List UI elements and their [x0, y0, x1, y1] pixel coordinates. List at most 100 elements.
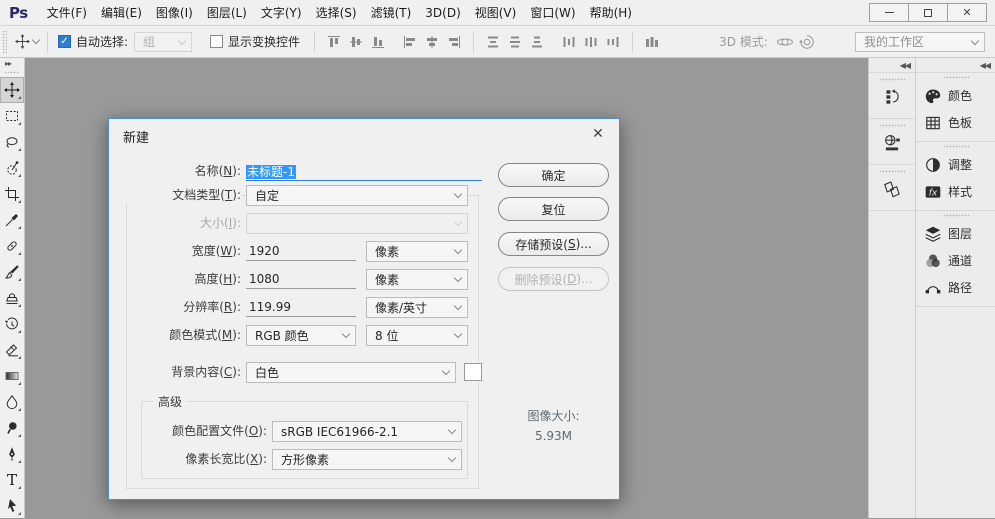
- move-tool-icon: [4, 82, 20, 98]
- distribute-right-icon[interactable]: [604, 33, 622, 51]
- auto-select-target-dropdown[interactable]: 组: [134, 31, 193, 52]
- panel-tab-label: 颜色: [948, 89, 973, 103]
- tool-preset-chevron-icon[interactable]: [31, 35, 41, 45]
- move-tool[interactable]: [0, 77, 24, 103]
- align-bottom-icon[interactable]: [369, 33, 387, 51]
- history-brush-tool[interactable]: [0, 311, 24, 337]
- reset-button[interactable]: 复位: [498, 197, 609, 221]
- align-right-icon[interactable]: [445, 33, 463, 51]
- height-unit-dropdown[interactable]: 像素: [366, 269, 468, 290]
- save-preset-button[interactable]: 存储预设(S)...: [498, 232, 609, 256]
- pen-tool[interactable]: [0, 441, 24, 467]
- close-button[interactable]: ✕: [947, 3, 987, 22]
- quick-selection-tool[interactable]: [0, 155, 24, 181]
- eraser-tool[interactable]: [0, 337, 24, 363]
- distribute-vertical-center-icon[interactable]: [506, 33, 524, 51]
- menu-type[interactable]: 文字(Y): [254, 4, 309, 21]
- distribute-left-icon[interactable]: [560, 33, 578, 51]
- icon-column-collapse-icon[interactable]: ◀◀: [869, 58, 915, 73]
- bit-depth-dropdown[interactable]: 8 位: [366, 325, 468, 346]
- auto-select-checkbox[interactable]: ✓: [58, 35, 71, 48]
- panel-tab-adjustments[interactable]: 调整: [916, 151, 995, 178]
- dodge-tool[interactable]: [0, 415, 24, 441]
- eyedropper-tool[interactable]: [0, 207, 24, 233]
- panel-tab-label: 路径: [948, 281, 973, 295]
- ok-button[interactable]: 确定: [498, 163, 609, 187]
- clone-stamp-icon: [6, 293, 18, 304]
- blur-tool[interactable]: [0, 389, 24, 415]
- path-selection-tool[interactable]: [0, 493, 24, 519]
- menu-help[interactable]: 帮助(H): [583, 4, 639, 21]
- rectangular-marquee-tool[interactable]: [0, 103, 24, 129]
- menu-view[interactable]: 视图(V): [468, 4, 524, 21]
- history-panel-button[interactable]: [869, 73, 915, 119]
- menu-layer[interactable]: 图层(L): [200, 4, 254, 21]
- show-transform-checkbox[interactable]: [210, 35, 224, 48]
- 3d-orbit-icon[interactable]: [776, 33, 794, 51]
- healing-brush-tool[interactable]: [0, 233, 24, 259]
- delete-preset-button[interactable]: 删除预设(D)...: [498, 267, 609, 291]
- auto-align-layers-icon[interactable]: [643, 33, 661, 51]
- size-dropdown[interactable]: [246, 213, 468, 234]
- brush-tool[interactable]: [0, 259, 24, 285]
- maximize-button[interactable]: [908, 3, 948, 22]
- clone-stamp-tool[interactable]: [0, 285, 24, 311]
- panel-tab-color[interactable]: 颜色: [916, 82, 995, 109]
- menu-window[interactable]: 窗口(W): [523, 4, 582, 21]
- distribute-horizontal-center-icon[interactable]: [582, 33, 600, 51]
- dodge-icon: [7, 422, 17, 434]
- color-mode-dropdown[interactable]: RGB 颜色: [246, 325, 356, 346]
- grip: [879, 78, 905, 81]
- crop-tool[interactable]: [0, 181, 24, 207]
- width-unit-dropdown[interactable]: 像素: [366, 241, 468, 262]
- menu-file[interactable]: 文件(F): [40, 4, 94, 21]
- name-input[interactable]: 未标题-1: [246, 161, 482, 181]
- options-bar-grip[interactable]: [2, 29, 7, 54]
- panel-tab-label: 调整: [948, 158, 973, 172]
- color-profile-dropdown[interactable]: sRGB IEC61966-2.1: [272, 421, 462, 442]
- panel-tab-swatches[interactable]: 色板: [916, 109, 995, 136]
- resolution-input[interactable]: 119.99: [246, 297, 356, 317]
- document-type-label: 文档类型(T):: [109, 188, 241, 203]
- blur-icon: [6, 394, 18, 410]
- align-horizontal-center-icon[interactable]: [423, 33, 441, 51]
- pixel-aspect-ratio-dropdown[interactable]: 方形像素: [272, 449, 462, 470]
- chevron-down-icon: [453, 273, 463, 283]
- background-contents-dropdown[interactable]: 白色: [246, 362, 456, 383]
- info-panel-button[interactable]: [869, 165, 915, 211]
- distribute-bottom-icon[interactable]: [528, 33, 546, 51]
- menu-3d[interactable]: 3D(D): [418, 6, 467, 20]
- menu-filter[interactable]: 滤镜(T): [364, 4, 419, 21]
- resolution-label: 分辨率(R):: [183, 300, 241, 314]
- 3d-roll-icon[interactable]: [798, 33, 816, 51]
- menu-edit[interactable]: 编辑(E): [94, 4, 149, 21]
- align-vertical-center-icon[interactable]: [347, 33, 365, 51]
- 3d-panel-button[interactable]: [869, 119, 915, 165]
- toolbar-grip[interactable]: [4, 71, 20, 74]
- minimize-button[interactable]: [869, 3, 909, 22]
- width-input[interactable]: 1920: [246, 241, 356, 261]
- menu-image[interactable]: 图像(I): [149, 4, 200, 21]
- toolbar-expand-icon[interactable]: ▸▸: [0, 58, 24, 69]
- workspace-dropdown[interactable]: 我的工作区: [855, 31, 985, 52]
- panel-tab-paths[interactable]: 路径: [916, 274, 995, 301]
- align-top-icon[interactable]: [325, 33, 343, 51]
- panel-column-collapse-icon[interactable]: ◀◀: [916, 58, 995, 73]
- distribute-top-icon[interactable]: [484, 33, 502, 51]
- panel-tab-label: 样式: [948, 185, 973, 199]
- menu-select[interactable]: 选择(S): [309, 4, 364, 21]
- close-icon: ✕: [592, 126, 604, 142]
- gradient-tool[interactable]: [0, 363, 24, 389]
- move-tool-preset-icon[interactable]: [13, 33, 31, 51]
- panel-tab-layers[interactable]: 图层: [916, 220, 995, 247]
- type-tool[interactable]: T: [0, 467, 24, 493]
- resolution-unit-dropdown[interactable]: 像素/英寸: [366, 297, 468, 318]
- dialog-close-button[interactable]: ✕: [587, 124, 609, 144]
- lasso-tool[interactable]: [0, 129, 24, 155]
- panel-tab-channels[interactable]: 通道: [916, 247, 995, 274]
- background-color-swatch[interactable]: [464, 363, 482, 381]
- height-input[interactable]: 1080: [246, 269, 356, 289]
- panel-tab-styles[interactable]: fx 样式: [916, 178, 995, 205]
- document-type-dropdown[interactable]: 自定: [246, 185, 468, 206]
- align-left-icon[interactable]: [401, 33, 419, 51]
